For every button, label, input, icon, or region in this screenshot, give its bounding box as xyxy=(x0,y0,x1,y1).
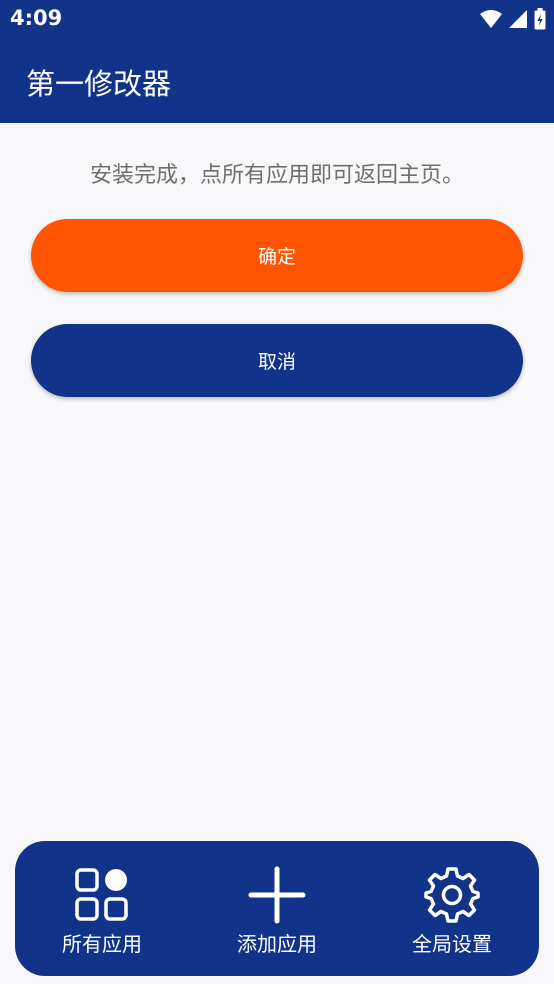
cancel-button-label: 取消 xyxy=(257,351,296,373)
status-icons xyxy=(480,8,546,30)
signal-icon xyxy=(509,10,527,28)
confirm-button-label: 确定 xyxy=(257,246,296,268)
nav-item-add-app[interactable]: 添加应用 xyxy=(197,841,357,976)
bottom-nav: 所有应用 添加应用 全局设置 xyxy=(15,841,539,976)
apps-grid-icon xyxy=(75,868,128,921)
nav-item-global-settings[interactable]: 全局设置 xyxy=(372,841,532,976)
plus-icon xyxy=(248,866,306,924)
cancel-button[interactable]: 取消 xyxy=(31,324,523,397)
app-bar: 第一修改器 xyxy=(0,38,554,123)
install-complete-message: 安装完成，点所有应用即可返回主页。 xyxy=(89,163,464,188)
status-bar: 4:09 xyxy=(0,0,554,38)
nav-label-add-app: 添加应用 xyxy=(237,932,317,956)
nav-item-all-apps[interactable]: 所有应用 xyxy=(22,841,182,976)
battery-icon xyxy=(534,8,546,30)
gear-icon xyxy=(424,867,480,923)
confirm-button[interactable]: 确定 xyxy=(31,219,523,292)
wifi-icon xyxy=(480,10,502,28)
app-title: 第一修改器 xyxy=(26,67,172,101)
nav-label-all-apps: 所有应用 xyxy=(62,932,142,956)
status-time: 4:09 xyxy=(10,6,63,30)
nav-label-global-settings: 全局设置 xyxy=(412,932,492,956)
